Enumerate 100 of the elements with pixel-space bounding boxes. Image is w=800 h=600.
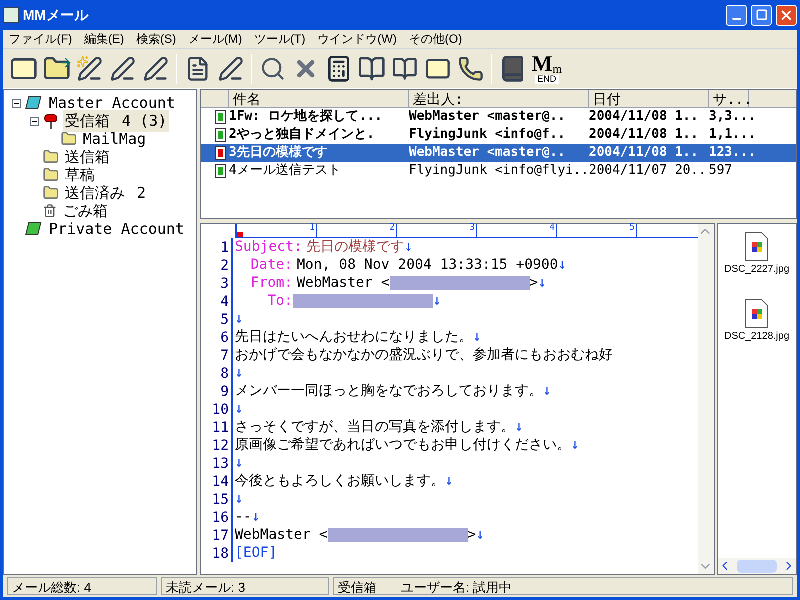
minimize-button[interactable] — [726, 4, 747, 26]
date-cell-text: 2004/11/07 20... — [589, 162, 709, 180]
subject-cell-text: 3先日の模様です — [229, 144, 329, 162]
collapse-toggle[interactable] — [12, 98, 21, 108]
line-break-mark: ↓ — [235, 400, 244, 418]
line-number: 14 — [201, 472, 233, 490]
menu-item[interactable]: メール(M) — [182, 30, 248, 48]
line-text: 先日はたいへんおせわになりました。 — [235, 328, 473, 346]
column-header[interactable]: 日付 — [589, 90, 709, 108]
attachment-name[interactable]: DSC_2128.jpg — [724, 329, 790, 344]
line-number: 15 — [201, 490, 233, 508]
line-text: 原画像ご希望であればいつでもお申し付けください。 — [235, 436, 571, 454]
line-break-mark: ↓ — [445, 472, 454, 490]
line-break-mark: ↓ — [235, 364, 244, 382]
sender-cell-text: WebMaster <master@.. — [409, 108, 567, 126]
line-number: 2 — [201, 256, 233, 274]
horizontal-scrollbar[interactable] — [718, 558, 796, 574]
date-cell-text: 2004/11/08 1.. — [589, 126, 700, 144]
ruler-number: 1 — [237, 224, 317, 237]
message-row[interactable]: 2やっと独自ドメインと. FlyingJunk <info@f.. 2004/11/08 1.. 1,1... — [201, 126, 796, 144]
maximize-icon — [756, 9, 768, 21]
line-break-mark: ↓ — [476, 526, 485, 544]
folder-icon — [43, 167, 59, 183]
line-break-mark: ↓ — [515, 418, 524, 436]
line-number: 3 — [201, 274, 233, 292]
line-number: 12 — [201, 436, 233, 454]
ruler-number: 3 — [397, 224, 477, 237]
line-number: 13 — [201, 454, 233, 472]
line-number: 4 — [201, 292, 233, 310]
line-number: 9 — [201, 382, 233, 400]
subject-cell-text: 2やっと独自ドメインと. — [229, 126, 376, 144]
line-break-mark: ↓ — [538, 274, 547, 292]
menu-item[interactable]: ツール(T) — [248, 30, 312, 48]
message-row[interactable]: 4メール送信テスト FlyingJunk <info@flyi..2004/11/07 20...597 — [201, 162, 796, 180]
scroll-thumb[interactable] — [737, 560, 777, 572]
size-cell-text: 1,1... — [709, 126, 757, 144]
menu-item[interactable]: 検索(S) — [130, 30, 182, 48]
sender-cell-text: FlyingJunk <info@f.. — [409, 126, 567, 144]
line-break-mark: ↓ — [252, 508, 260, 526]
line-text: WebMaster < — [297, 274, 390, 292]
bracket-text: > — [468, 526, 476, 544]
line-number: 1 — [201, 238, 233, 256]
line-break-mark: ↓ — [235, 454, 244, 472]
line-number: 11 — [201, 418, 233, 436]
line-break-mark: ↓ — [558, 256, 567, 274]
status-folder: 受信箱 — [338, 579, 377, 594]
sender-cell-text: FlyingJunk <info@flyi.. — [409, 162, 589, 180]
size-cell-text: 123... — [709, 144, 757, 162]
folder-label[interactable]: 受信箱 4 (3) — [63, 110, 170, 132]
line-break-mark: ↓ — [473, 328, 482, 346]
header-label: To: — [266, 292, 293, 310]
bracket-text: > — [530, 274, 538, 292]
line-text: さっそくですが、当日の写真を添付します。 — [235, 418, 515, 436]
column-header[interactable]: 件名 — [229, 90, 409, 108]
ruler-number: 4 — [477, 224, 557, 237]
folder-icon — [43, 185, 59, 201]
column-header[interactable]: サ... — [709, 90, 749, 108]
line-number: 18 — [201, 544, 233, 562]
header-label: Subject: — [235, 238, 302, 256]
line-break-mark: ↓ — [543, 382, 552, 400]
line-number: 7 — [201, 346, 233, 364]
trash-icon — [43, 204, 57, 218]
line-text: -- — [235, 508, 252, 526]
cursor-marker — [237, 232, 243, 237]
message-row[interactable]: 1Fw: ロケ地を探して... WebMaster <master@.. 2004/11/08 1.. 3,3... — [201, 108, 796, 126]
size-cell-text: 597 — [709, 162, 734, 180]
menu-item[interactable]: その他(O) — [402, 30, 468, 48]
line-text: 先日の模様です — [306, 238, 404, 256]
folder-icon — [43, 149, 59, 165]
menu-item[interactable]: ウインドウ(W) — [312, 30, 403, 48]
header-label: From: — [250, 274, 293, 292]
header-label: Date: — [250, 256, 293, 274]
line-text: Mon, 08 Nov 2004 13:33:15 +0900 — [297, 256, 558, 274]
size-cell-text: 3,3... — [709, 108, 757, 126]
subject-cell-text: 1Fw: ロケ地を探して... — [229, 108, 384, 126]
ruler-number: 2 — [317, 224, 397, 237]
close-button[interactable] — [776, 4, 797, 26]
line-break-mark: ↓ — [404, 238, 413, 256]
maximize-button[interactable] — [751, 4, 772, 26]
column-header[interactable]: 差出人: — [409, 90, 589, 108]
eof-marker: [EOF] — [235, 544, 278, 562]
end-button[interactable]: Mm END — [529, 52, 565, 86]
line-number: 8 — [201, 364, 233, 382]
menu-item[interactable]: 編集(E) — [78, 30, 130, 48]
date-cell-text: 2004/11/08 1.. — [589, 144, 700, 162]
ruler-number: 5 — [557, 224, 637, 237]
message-icon — [215, 164, 226, 178]
attachment-name[interactable]: DSC_2227.jpg — [724, 262, 790, 277]
message-row[interactable]: 3先日の模様です WebMaster <master@.. 2004/11/08 1.. 123... — [201, 144, 796, 162]
line-break-mark: ↓ — [235, 310, 244, 328]
status-unread: 未読メール: 3 — [161, 577, 329, 595]
message-icon — [215, 146, 226, 160]
collapse-toggle[interactable] — [30, 116, 39, 126]
sender-cell-text: WebMaster <master@.. — [409, 144, 567, 162]
line-text: WebMaster < — [235, 526, 328, 544]
folder-icon — [61, 131, 77, 147]
menu-item[interactable]: ファイル(F) — [3, 30, 78, 48]
line-break-mark: ↓ — [433, 292, 442, 310]
message-icon — [215, 110, 226, 124]
line-number: 17 — [201, 526, 233, 544]
